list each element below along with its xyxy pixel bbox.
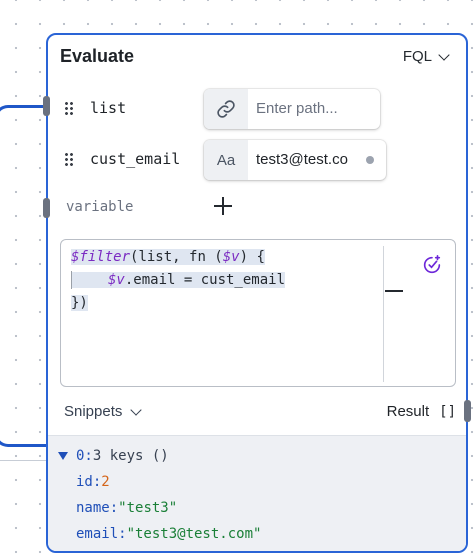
input-row-cust-email: cust_email Aa test3@test.co (48, 138, 466, 182)
path-input-placeholder: Enter path... (256, 100, 338, 117)
code-var: $v (222, 249, 240, 265)
code-text: ) { (239, 249, 265, 265)
chevron-down-icon (438, 48, 450, 61)
tree-row: id: 2 (58, 469, 261, 495)
add-variable-plus-icon[interactable] (214, 197, 232, 215)
tree-meta: 3 keys () (92, 448, 169, 464)
tree-root[interactable]: 0: 3 keys () (58, 443, 261, 469)
node-header[interactable]: Evaluate FQL (48, 35, 466, 79)
tree-value: "test3@test.com" (126, 526, 262, 542)
output-port[interactable] (464, 400, 471, 422)
code-var: $v (108, 272, 125, 288)
input-port[interactable] (43, 198, 50, 218)
code-text: (list, fn ( (130, 249, 223, 265)
snippets-dropdown[interactable]: Snippets (64, 403, 143, 420)
input-port[interactable] (43, 96, 50, 116)
connection-wire (0, 105, 46, 447)
add-variable-row: variable (48, 189, 466, 229)
tree-key: name: (76, 500, 119, 516)
array-brackets-icon: [] (439, 403, 456, 420)
indent-guide (71, 271, 72, 289)
language-label: FQL (402, 48, 432, 65)
ai-assist-icon[interactable] (421, 254, 443, 276)
result-panel: 0: 3 keys () id: 2 name: "test3" email: … (48, 435, 466, 551)
link-icon[interactable] (204, 89, 248, 129)
result-label: Result (386, 403, 430, 420)
language-select[interactable]: FQL (402, 48, 450, 65)
text-type-icon[interactable]: Aa (204, 140, 248, 180)
connection-wire-bottom (0, 460, 48, 461)
new-variable-input[interactable]: variable (66, 199, 133, 215)
chevron-down-icon (130, 403, 143, 416)
tree-row: name: "test3" (58, 495, 261, 521)
cust-email-input[interactable]: Aa test3@test.co (204, 140, 386, 180)
tree-value: "test3" (118, 500, 178, 516)
snippets-label: Snippets (64, 403, 123, 420)
tree-key: id: (76, 474, 102, 490)
path-input[interactable]: Enter path... (204, 89, 380, 129)
result-toggle[interactable]: Result [] (387, 403, 456, 420)
drag-handle-icon[interactable] (64, 152, 74, 168)
tree-value: 2 (101, 474, 110, 490)
code-editor[interactable]: $filter(list, fn ($v) { $v.email = cust_… (60, 239, 456, 387)
expand-triangle-icon[interactable] (58, 452, 68, 460)
tree-row: email: "test3@test.com" (58, 521, 261, 547)
scroll-indicator (366, 156, 374, 164)
evaluate-node[interactable]: Evaluate FQL list Enter path... cust_ema… (46, 33, 468, 553)
tree-key: 0: (76, 448, 93, 464)
node-title: Evaluate (60, 46, 135, 66)
cust-email-value: test3@test.co (256, 151, 348, 168)
tree-key: email: (76, 526, 127, 542)
code-content[interactable]: $filter(list, fn ($v) { $v.email = cust_… (71, 246, 286, 315)
drag-handle-icon[interactable] (64, 101, 74, 117)
code-text: }) (71, 295, 88, 311)
minimap-cursor (385, 290, 403, 292)
variable-name-cust-email: cust_email (90, 150, 181, 168)
code-text: .email = cust_email (124, 272, 286, 288)
code-fn: $filter (71, 249, 131, 265)
result-tree: 0: 3 keys () id: 2 name: "test3" email: … (58, 443, 261, 547)
variable-name-list: list (90, 99, 127, 117)
node-footer: Snippets Result [] (48, 397, 466, 437)
input-row-list: list Enter path... (48, 87, 466, 131)
minimap-divider (383, 246, 384, 382)
